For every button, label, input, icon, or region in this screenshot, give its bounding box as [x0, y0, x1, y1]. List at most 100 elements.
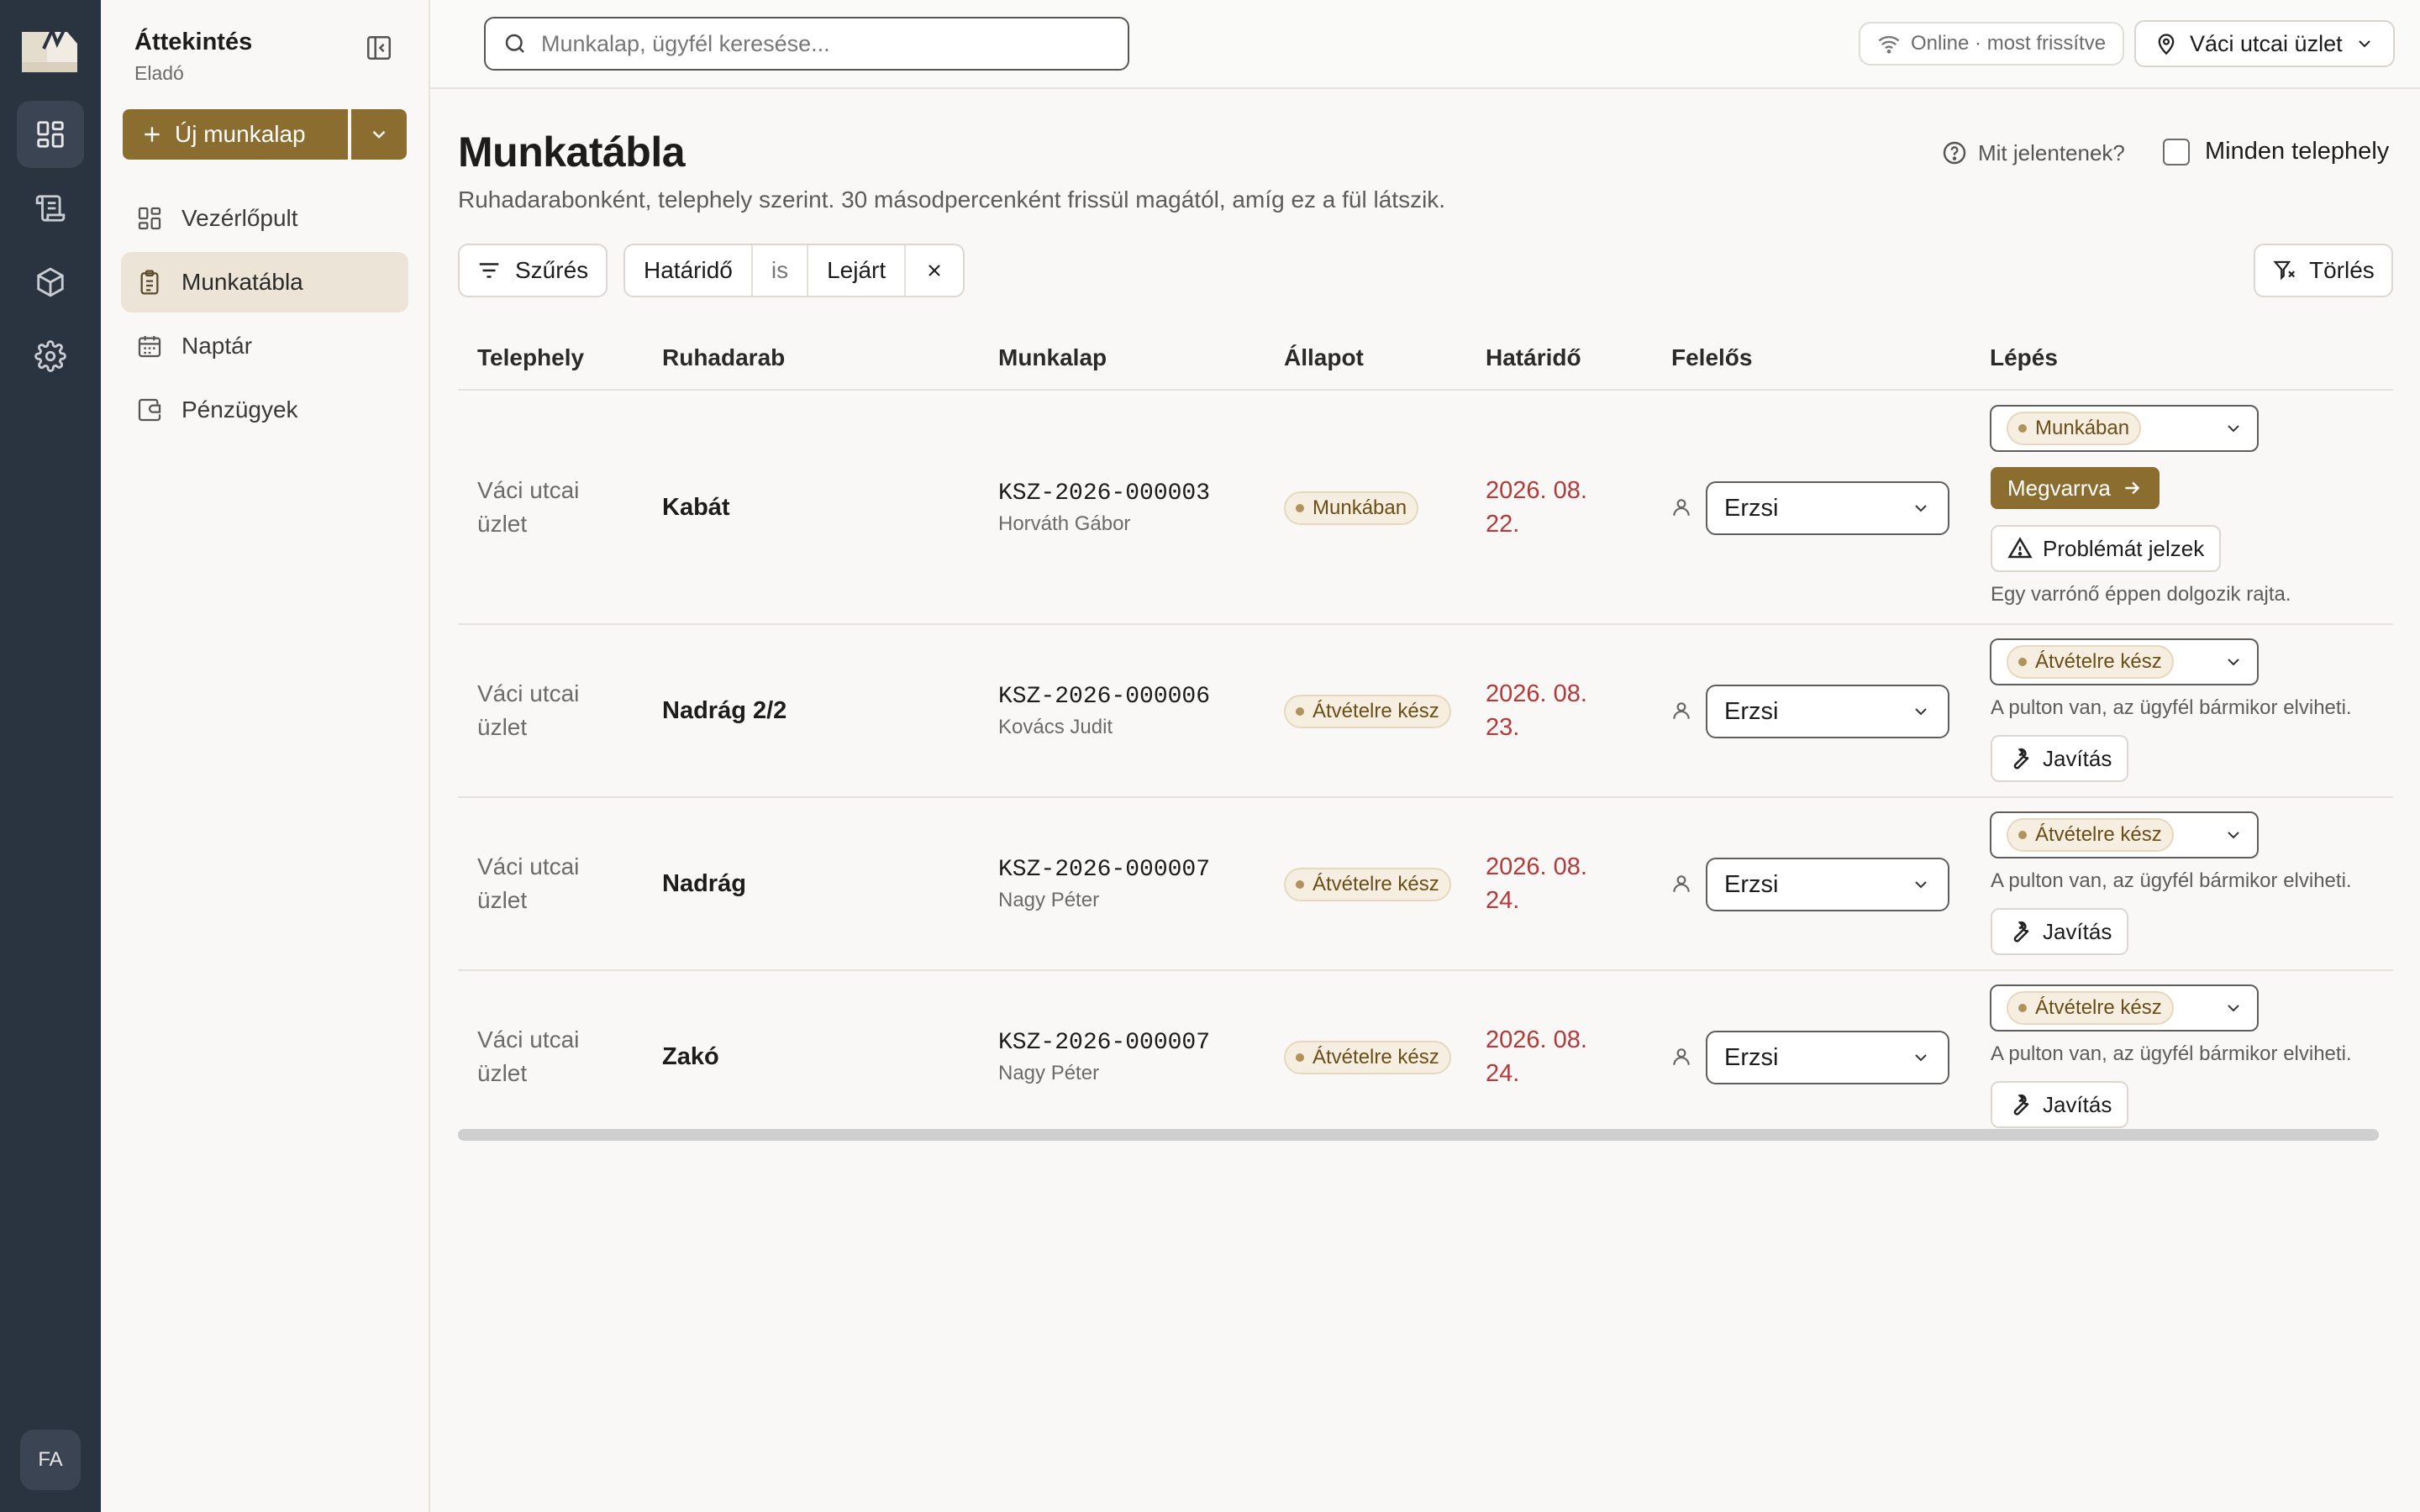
person-icon — [1673, 875, 1690, 892]
search-box[interactable] — [484, 17, 1129, 71]
rail-settings-icon[interactable] — [17, 323, 84, 390]
filter-button[interactable]: Szűrés — [458, 244, 608, 297]
sidebar-item-calendar[interactable]: Naptár — [121, 316, 408, 376]
column-header-assignee[interactable]: Felelős — [1671, 344, 1752, 371]
remove-filter-button[interactable] — [906, 245, 963, 296]
sidebar-item-label: Munkatábla — [182, 269, 303, 295]
sidebar-item-finances[interactable]: Pénzügyek — [121, 380, 408, 440]
person-icon — [1673, 1048, 1690, 1065]
step-status-badge: Átvételre kész — [2007, 645, 2174, 679]
legend-help-label: Mit jelentenek? — [1978, 139, 2125, 165]
assignee-select[interactable]: Erzsi — [1706, 685, 1949, 738]
column-header-item[interactable]: Ruhadarab — [662, 344, 785, 371]
step-status-label: Átvételre kész — [2035, 996, 2162, 1019]
chevron-down-icon — [2228, 425, 2239, 433]
active-filter-chip: Határidő is Lejárt — [623, 244, 965, 297]
customer-name: Nagy Péter — [998, 1062, 1100, 1084]
status-badge-label: Átvételre kész — [1313, 700, 1439, 722]
table-header-divider — [458, 389, 2393, 391]
page-title: Munkatábla — [458, 129, 686, 176]
item-cell: Kabát — [662, 494, 730, 521]
column-header-step[interactable]: Lépés — [1990, 344, 2058, 371]
new-worksheet-button[interactable]: Új munkalap — [123, 109, 348, 160]
calendar-icon — [138, 336, 161, 358]
status-badge: Átvételre kész — [1284, 1041, 1451, 1074]
all-sites-toggle[interactable]: Minden telephely — [2163, 138, 2389, 165]
status-badge: Munkában — [1284, 491, 1419, 525]
filter-chip-field[interactable]: Határidő — [625, 245, 753, 296]
chevron-down-icon — [1915, 881, 1927, 889]
status-badge: Átvételre kész — [1284, 695, 1451, 728]
repair-button[interactable]: Javítás — [1991, 908, 2129, 955]
assignee-select[interactable]: Erzsi — [1706, 1031, 1949, 1084]
rail-dashboard-icon[interactable] — [17, 101, 84, 168]
mark-sewn-button[interactable]: Megvarrva — [1991, 467, 2160, 509]
chevron-down-icon — [2228, 832, 2239, 839]
status-badge: Átvételre kész — [1284, 868, 1451, 901]
person-icon — [1673, 499, 1690, 516]
legend-help-link[interactable]: Mit jelentenek? — [1941, 139, 2125, 166]
person-icon — [1673, 702, 1690, 719]
step-status-select[interactable]: Munkában — [1990, 405, 2259, 452]
close-icon — [929, 265, 940, 276]
column-header-site[interactable]: Telephely — [477, 344, 584, 371]
filter-chip-value[interactable]: Lejárt — [808, 245, 907, 296]
chevron-down-icon — [372, 130, 386, 139]
worksheet-link[interactable]: KSZ-2026-000007 — [998, 853, 1210, 887]
status-badge-label: Átvételre kész — [1313, 873, 1439, 895]
sidebar-item-dashboard[interactable]: Vezérlőpult — [121, 188, 408, 249]
alert-triangle-icon — [2007, 537, 2033, 559]
search-input[interactable] — [541, 30, 1113, 57]
step-status-badge: Átvételre kész — [2007, 991, 2174, 1025]
column-header-worksheet[interactable]: Munkalap — [998, 344, 1107, 371]
clear-filters-button[interactable]: Törlés — [2254, 244, 2393, 297]
assignee-select[interactable]: Erzsi — [1706, 858, 1949, 911]
repair-button[interactable]: Javítás — [1991, 1081, 2129, 1128]
report-problem-label: Problémát jelzek — [2043, 535, 2205, 561]
app-logo-icon[interactable] — [18, 24, 81, 77]
repair-button[interactable]: Javítás — [1991, 735, 2129, 782]
step-status-select[interactable]: Átvételre kész — [1990, 638, 2259, 685]
all-sites-checkbox[interactable] — [2163, 138, 2190, 165]
mark-sewn-label: Megvarrva — [2007, 475, 2111, 501]
row-divider — [458, 969, 2393, 971]
user-avatar[interactable]: FA — [20, 1430, 81, 1490]
sidebar-title: Áttekintés — [134, 29, 253, 55]
repair-label: Javítás — [2043, 745, 2112, 771]
store-selector-label: Váci utcai üzlet — [2190, 30, 2343, 56]
site-cell: Váci utcai üzlet — [477, 1026, 580, 1086]
map-pin-icon — [2158, 34, 2175, 55]
sidebar-item-worktable[interactable]: Munkatábla — [121, 252, 408, 312]
column-header-deadline[interactable]: Határidő — [1486, 344, 1581, 371]
repair-label: Javítás — [2043, 918, 2112, 944]
column-header-status[interactable]: Állapot — [1284, 344, 1364, 371]
connection-status-text: Online · most frissítve — [1911, 32, 2107, 55]
horizontal-scrollbar[interactable] — [458, 1129, 2379, 1141]
step-status-label: Átvételre kész — [2035, 823, 2162, 846]
chevron-down-icon — [2228, 659, 2239, 666]
arrow-right-icon — [2125, 481, 2140, 495]
sidebar-item-label: Pénzügyek — [182, 396, 298, 423]
collapse-sidebar-icon[interactable] — [365, 34, 393, 62]
new-worksheet-label: Új munkalap — [175, 121, 306, 147]
report-problem-button[interactable]: Problémát jelzek — [1991, 525, 2222, 572]
step-status-select[interactable]: Átvételre kész — [1990, 984, 2259, 1032]
step-status-select[interactable]: Átvételre kész — [1990, 811, 2259, 858]
rail-scroll-icon[interactable] — [17, 175, 84, 242]
status-badge-label: Átvételre kész — [1313, 1046, 1439, 1068]
assignee-value: Erzsi — [1724, 494, 1779, 522]
site-cell: Váci utcai üzlet — [477, 853, 580, 913]
worksheet-link[interactable]: KSZ-2026-000003 — [998, 477, 1210, 511]
worksheet-link[interactable]: KSZ-2026-000006 — [998, 680, 1210, 714]
worksheet-link[interactable]: KSZ-2026-000007 — [998, 1026, 1210, 1060]
rail-package-icon[interactable] — [17, 249, 84, 316]
new-worksheet-dropdown-button[interactable] — [351, 109, 407, 160]
deadline-cell: 2026. 08. 23. — [1486, 680, 1587, 741]
store-selector[interactable]: Váci utcai üzlet — [2134, 20, 2395, 67]
deadline-cell: 2026. 08. 24. — [1486, 853, 1587, 914]
clear-filters-label: Törlés — [2309, 257, 2375, 283]
filter-chip-operator[interactable]: is — [753, 245, 809, 296]
assignee-select[interactable]: Erzsi — [1706, 481, 1949, 535]
wrench-icon — [2013, 1094, 2029, 1116]
assignee-value: Erzsi — [1724, 1043, 1779, 1071]
